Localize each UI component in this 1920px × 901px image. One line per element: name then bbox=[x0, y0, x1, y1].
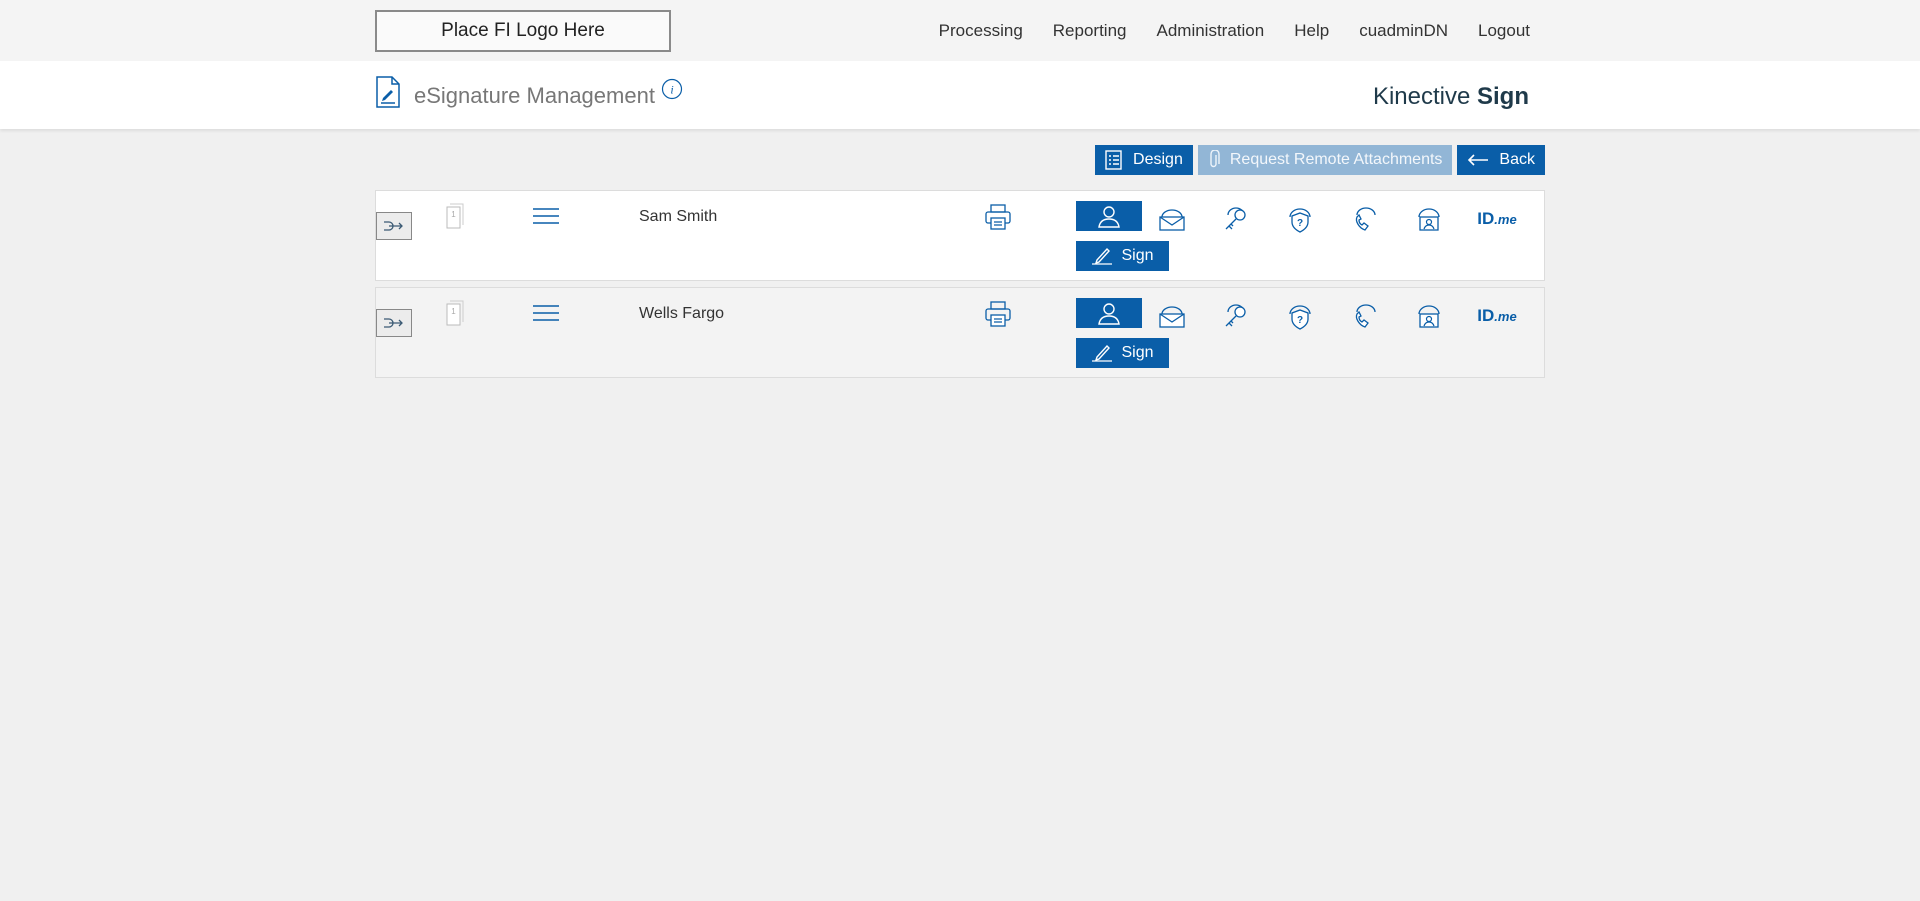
sign-button[interactable]: Sign bbox=[1076, 241, 1169, 271]
printer-icon[interactable] bbox=[984, 203, 1012, 236]
document-pages-icon: 1 bbox=[443, 203, 465, 236]
svg-text:?: ? bbox=[1297, 315, 1303, 326]
fi-logo-placeholder: Place FI Logo Here bbox=[375, 10, 671, 52]
nav-logout[interactable]: Logout bbox=[1478, 21, 1530, 41]
pen-icon bbox=[1092, 344, 1113, 362]
nav-reporting[interactable]: Reporting bbox=[1053, 21, 1127, 41]
id-verification-icon[interactable] bbox=[1413, 302, 1445, 330]
request-remote-attachments-label: Request Remote Attachments bbox=[1229, 151, 1443, 168]
paperclip-icon bbox=[1210, 150, 1220, 168]
idme-label: ID bbox=[1477, 306, 1495, 325]
hamburger-menu-icon[interactable] bbox=[532, 304, 560, 327]
back-button[interactable]: Back bbox=[1457, 145, 1545, 175]
svg-text:?: ? bbox=[1297, 218, 1303, 229]
brand-product: Sign bbox=[1477, 83, 1529, 110]
svg-text:1: 1 bbox=[451, 210, 456, 219]
route-button[interactable] bbox=[376, 212, 412, 240]
printer-icon[interactable] bbox=[984, 300, 1012, 333]
request-remote-attachments-button[interactable]: Request Remote Attachments bbox=[1197, 145, 1453, 175]
arrow-left-icon bbox=[1468, 154, 1489, 166]
page-header: eSignature Management i Kinective Sign bbox=[0, 61, 1920, 129]
nav-processing[interactable]: Processing bbox=[939, 21, 1023, 41]
brand-name: Kinective bbox=[1372, 83, 1477, 110]
route-arrow-icon bbox=[384, 221, 403, 231]
signer-name: Wells Fargo bbox=[639, 305, 725, 322]
svg-text:1: 1 bbox=[451, 307, 456, 316]
top-bar: Place FI Logo Here Processing Reporting … bbox=[0, 0, 1920, 61]
nav-help[interactable]: Help bbox=[1294, 21, 1329, 41]
signer-row: 1 Sam Smith ? ID .me Sign bbox=[375, 190, 1545, 281]
in-person-auth-button[interactable] bbox=[1076, 298, 1142, 328]
email-auth-icon[interactable] bbox=[1156, 302, 1188, 330]
design-button[interactable]: Design bbox=[1095, 145, 1193, 175]
main-nav: Processing Reporting Administration Help… bbox=[909, 21, 1530, 41]
sign-label: Sign bbox=[1121, 247, 1154, 264]
info-icon[interactable]: i bbox=[661, 78, 683, 105]
email-auth-icon[interactable] bbox=[1156, 205, 1188, 233]
password-key-icon[interactable] bbox=[1220, 205, 1252, 233]
signature-document-icon bbox=[375, 76, 401, 113]
id-verification-icon[interactable] bbox=[1413, 205, 1445, 233]
nav-administration[interactable]: Administration bbox=[1157, 21, 1265, 41]
back-label: Back bbox=[1499, 151, 1535, 168]
design-label: Design bbox=[1133, 151, 1183, 168]
action-toolbar: Design Request Remote Attachments Back bbox=[1095, 145, 1545, 175]
nav-user[interactable]: cuadminDN bbox=[1359, 21, 1448, 41]
route-arrow-icon bbox=[384, 318, 403, 328]
kba-shield-question-icon[interactable]: ? bbox=[1284, 205, 1316, 233]
hamburger-menu-icon[interactable] bbox=[532, 207, 560, 230]
idme-auth-icon[interactable]: ID .me bbox=[1473, 302, 1521, 330]
password-key-icon[interactable] bbox=[1220, 302, 1252, 330]
svg-text:i: i bbox=[670, 83, 673, 97]
signer-row: 1 Wells Fargo ? ID .me Sign bbox=[375, 287, 1545, 378]
phone-auth-icon[interactable] bbox=[1349, 205, 1381, 233]
idme-suffix: .me bbox=[1494, 211, 1517, 227]
route-button[interactable] bbox=[376, 309, 412, 337]
sign-label: Sign bbox=[1121, 344, 1154, 361]
idme-auth-icon[interactable]: ID .me bbox=[1473, 205, 1521, 233]
idme-suffix: .me bbox=[1494, 308, 1517, 324]
person-icon bbox=[1098, 206, 1120, 228]
idme-label: ID bbox=[1477, 209, 1495, 228]
sign-button[interactable]: Sign bbox=[1076, 338, 1169, 368]
in-person-auth-button[interactable] bbox=[1076, 201, 1142, 231]
document-list-icon bbox=[1105, 150, 1122, 170]
pen-icon bbox=[1092, 247, 1113, 265]
kba-shield-question-icon[interactable]: ? bbox=[1284, 302, 1316, 330]
document-pages-icon: 1 bbox=[443, 300, 465, 333]
brand-logo: Kinective Sign bbox=[1373, 83, 1529, 111]
phone-auth-icon[interactable] bbox=[1349, 302, 1381, 330]
signer-name: Sam Smith bbox=[639, 208, 718, 225]
page-title: eSignature Management bbox=[414, 83, 655, 108]
person-icon bbox=[1098, 303, 1120, 325]
